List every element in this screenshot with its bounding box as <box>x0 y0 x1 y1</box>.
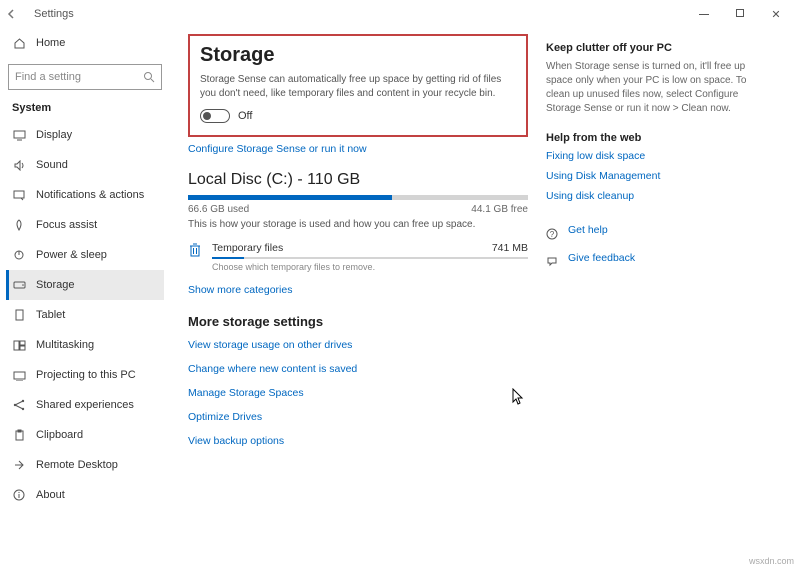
link-optimize-drives[interactable]: Optimize Drives <box>188 411 528 423</box>
clutter-heading: Keep clutter off your PC <box>546 42 756 54</box>
link-fixing-low-disk[interactable]: Fixing low disk space <box>546 150 756 162</box>
home-button[interactable]: Home <box>6 28 164 58</box>
storage-sense-toggle[interactable] <box>200 109 230 123</box>
sidebar-item-label: Shared experiences <box>36 399 134 411</box>
sidebar-item-label: Power & sleep <box>36 249 107 261</box>
arrow-left-icon <box>6 8 18 20</box>
focus-icon <box>12 219 26 231</box>
page-title: Storage <box>200 44 516 67</box>
give-feedback-label: Give feedback <box>568 252 635 264</box>
sidebar-item-focus[interactable]: Focus assist <box>6 210 164 240</box>
sidebar-item-projecting[interactable]: Projecting to this PC <box>6 360 164 390</box>
shared-icon <box>12 399 26 411</box>
temp-files-bar <box>212 257 528 259</box>
display-icon <box>12 130 26 141</box>
sidebar-item-label: Focus assist <box>36 219 97 231</box>
sidebar-item-clipboard[interactable]: Clipboard <box>6 420 164 450</box>
get-help-link[interactable]: ? Get help <box>546 224 756 244</box>
link-view-storage-usage[interactable]: View storage usage on other drives <box>188 339 528 351</box>
search-input[interactable]: Find a setting <box>8 64 162 90</box>
sidebar-item-power[interactable]: Power & sleep <box>6 240 164 270</box>
sidebar-item-label: Clipboard <box>36 429 83 441</box>
content-column: Storage Storage Sense can automatically … <box>188 34 528 570</box>
maximize-button[interactable] <box>722 8 758 20</box>
window-title: Settings <box>34 8 74 20</box>
clipboard-icon <box>12 429 26 441</box>
sidebar-item-multitasking[interactable]: Multitasking <box>6 330 164 360</box>
storage-sense-box: Storage Storage Sense can automatically … <box>188 34 528 137</box>
help-icon: ? <box>546 228 560 240</box>
feedback-icon <box>546 256 560 268</box>
about-icon <box>12 489 26 501</box>
home-icon <box>12 37 26 50</box>
close-button[interactable]: ✕ <box>758 8 794 21</box>
maximize-icon <box>736 9 744 17</box>
temp-files-size: 741 MB <box>492 242 528 254</box>
sidebar: Home Find a setting System Display Sound… <box>0 28 170 570</box>
sidebar-item-remote[interactable]: Remote Desktop <box>6 450 164 480</box>
sidebar-item-label: Tablet <box>36 309 65 321</box>
link-disk-cleanup[interactable]: Using disk cleanup <box>546 190 756 202</box>
link-change-content-location[interactable]: Change where new content is saved <box>188 363 528 375</box>
disk-free: 44.1 GB free <box>471 204 528 215</box>
sidebar-item-about[interactable]: About <box>6 480 164 510</box>
toggle-label: Off <box>238 110 252 122</box>
svg-text:?: ? <box>550 230 555 239</box>
remote-icon <box>12 459 26 471</box>
sidebar-item-display[interactable]: Display <box>6 120 164 150</box>
close-icon: ✕ <box>771 9 780 21</box>
right-column: Keep clutter off your PC When Storage se… <box>546 34 756 570</box>
trash-icon <box>188 242 204 258</box>
multitasking-icon <box>12 340 26 351</box>
disk-used: 66.6 GB used <box>188 204 249 215</box>
sidebar-item-label: Multitasking <box>36 339 94 351</box>
disk-progress-fill <box>188 195 392 200</box>
minimize-button[interactable] <box>686 8 722 20</box>
home-label: Home <box>36 37 65 49</box>
sidebar-item-sound[interactable]: Sound <box>6 150 164 180</box>
back-button[interactable] <box>6 8 26 20</box>
sidebar-item-shared[interactable]: Shared experiences <box>6 390 164 420</box>
tablet-icon <box>12 309 26 321</box>
notifications-icon <box>12 189 26 201</box>
configure-storage-sense-link[interactable]: Configure Storage Sense or run it now <box>188 143 367 155</box>
temp-files-label: Temporary files <box>212 242 283 254</box>
more-storage-settings-heading: More storage settings <box>188 314 528 329</box>
sidebar-item-label: Sound <box>36 159 68 171</box>
sidebar-item-storage[interactable]: Storage <box>6 270 164 300</box>
search-placeholder: Find a setting <box>15 71 81 83</box>
sidebar-item-label: Storage <box>36 279 75 291</box>
sidebar-item-label: Projecting to this PC <box>36 369 136 381</box>
disk-description: This is how your storage is used and how… <box>188 219 528 230</box>
clutter-body: When Storage sense is turned on, it'll f… <box>546 60 756 116</box>
minimize-icon <box>699 14 709 15</box>
sidebar-item-tablet[interactable]: Tablet <box>6 300 164 330</box>
temporary-files-row[interactable]: Temporary files 741 MB Choose which temp… <box>188 240 528 274</box>
storage-sense-description: Storage Sense can automatically free up … <box>200 73 516 101</box>
search-icon <box>143 71 155 83</box>
disk-progress-bar <box>188 195 528 200</box>
get-help-label: Get help <box>568 224 608 236</box>
link-manage-storage-spaces[interactable]: Manage Storage Spaces <box>188 387 528 399</box>
temp-files-subtext: Choose which temporary files to remove. <box>212 262 528 272</box>
watermark: wsxdn.com <box>749 556 794 566</box>
projecting-icon <box>12 370 26 381</box>
give-feedback-link[interactable]: Give feedback <box>546 252 756 272</box>
sidebar-item-label: About <box>36 489 65 501</box>
sound-icon <box>12 160 26 171</box>
toggle-knob-icon <box>203 112 211 120</box>
link-disk-management[interactable]: Using Disk Management <box>546 170 756 182</box>
help-web-heading: Help from the web <box>546 132 756 144</box>
link-view-backup-options[interactable]: View backup options <box>188 435 528 447</box>
sidebar-item-label: Remote Desktop <box>36 459 118 471</box>
power-icon <box>12 249 26 261</box>
sidebar-item-notifications[interactable]: Notifications & actions <box>6 180 164 210</box>
sidebar-item-label: Display <box>36 129 72 141</box>
titlebar: Settings ✕ <box>0 0 800 28</box>
section-label: System <box>6 100 164 120</box>
disk-title: Local Disc (C:) - 110 GB <box>188 171 528 189</box>
storage-icon <box>12 280 26 290</box>
sidebar-item-label: Notifications & actions <box>36 189 144 201</box>
show-more-categories-link[interactable]: Show more categories <box>188 284 292 296</box>
